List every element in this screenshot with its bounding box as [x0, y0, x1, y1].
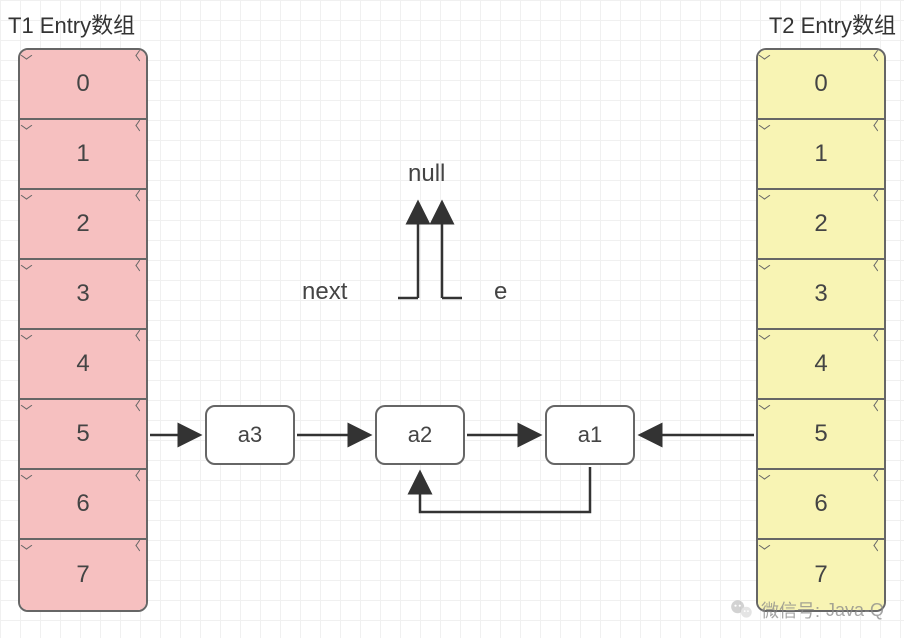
- t2-cell: 6: [758, 470, 884, 540]
- t1-array: 0 1 2 3 4 5 6 7: [18, 48, 148, 612]
- t1-cell: 2: [20, 190, 146, 260]
- t1-cell: 1: [20, 120, 146, 190]
- t2-cell: 0: [758, 50, 884, 120]
- t1-cell: 3: [20, 260, 146, 330]
- t1-cell: 6: [20, 470, 146, 540]
- next-label: next: [302, 278, 347, 306]
- node-a1: a1: [545, 405, 635, 465]
- e-label: e: [494, 278, 507, 306]
- t1-cell: 7: [20, 540, 146, 610]
- t2-cell: 2: [758, 190, 884, 260]
- watermark: 微信号: Java-Q: [729, 597, 884, 623]
- t2-cell: 5: [758, 400, 884, 470]
- wechat-icon: [729, 597, 755, 623]
- watermark-id: Java-Q: [826, 600, 884, 621]
- node-a2: a2: [375, 405, 465, 465]
- t2-cell: 1: [758, 120, 884, 190]
- t1-cell: 4: [20, 330, 146, 400]
- t1-cell: 5: [20, 400, 146, 470]
- t2-cell: 4: [758, 330, 884, 400]
- t2-array: 0 1 2 3 4 5 6 7: [756, 48, 886, 612]
- t1-title: T1 Entry数组: [8, 8, 135, 40]
- t1-cell: 0: [20, 50, 146, 120]
- t2-cell: 3: [758, 260, 884, 330]
- watermark-prefix: 微信号:: [761, 597, 820, 623]
- t2-title: T2 Entry数组: [769, 8, 896, 40]
- null-label: null: [408, 160, 445, 188]
- node-a3: a3: [205, 405, 295, 465]
